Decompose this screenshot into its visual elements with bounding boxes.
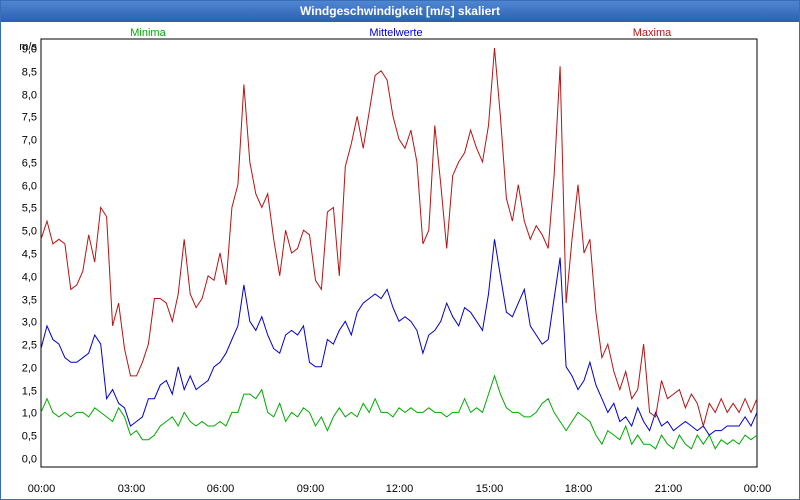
y-tick-label: 3,0 [22,317,37,329]
y-tick-label: 3,5 [22,295,37,307]
y-tick-label: 1,5 [22,386,37,398]
legend-minima: Minima [130,27,166,39]
y-tick-label: 2,5 [22,340,37,352]
legend-maxima: Maxima [633,27,672,39]
x-tick-time-label: 03:00 [118,483,146,495]
chart-canvas: 0,0 0,5 1,0 1,5 2,0 2,5 3,0 3,5 4,0 4,5 5,0 5,5 6,0 6… [19,27,772,495]
plot-frame [40,38,758,468]
y-tick-label: 0,0 [22,454,37,466]
y-tick-label: 7,0 [22,135,37,147]
legend-mittelwerte: Mittelwerte [369,27,422,39]
x-tick-time-label: 06:00 [207,483,235,495]
x-tick-time-label: 00:00 [744,483,772,495]
y-tick-label: 7,5 [22,112,37,124]
y-tick-label: 6,0 [22,181,37,193]
chart-window: Windgeschwindigkeit [m/s] skaliert 0,0 0,… [0,0,800,500]
y-tick-label: 2,0 [22,363,37,375]
window-title: Windgeschwindigkeit [m/s] skaliert [1,1,799,22]
y-tick-label: 5,0 [22,226,37,238]
x-tick-time-label: 09:00 [297,483,325,495]
y-tick-label: 4,0 [22,272,37,284]
y-tick-label: 8,5 [22,67,37,79]
y-tick-label: 5,5 [22,203,37,215]
x-tick-time-label: 12:00 [386,483,414,495]
y-tick-label: 1,0 [22,408,37,420]
y-tick-label: 6,5 [22,158,37,170]
x-tick-time-label: 21:00 [655,483,683,495]
y-tick-label: 8,0 [22,90,37,102]
y-axis-label: m/s [19,41,37,53]
x-tick-time-label: 15:00 [476,483,504,495]
x-tick-time-label: 00:00 [28,483,56,495]
chart-axes [40,38,758,468]
x-tick-time-label: 18:00 [565,483,593,495]
y-tick-label: 0,5 [22,431,37,443]
y-tick-label: 4,5 [22,249,37,261]
